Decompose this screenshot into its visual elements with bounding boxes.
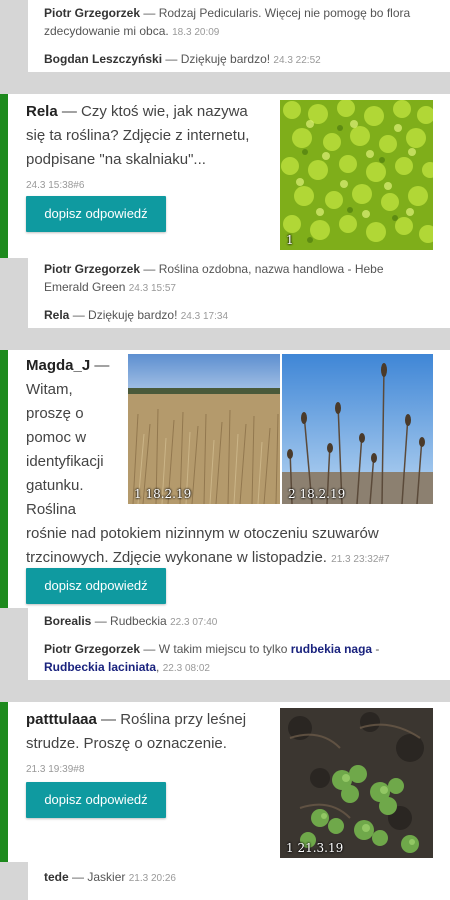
post: patttulaaa — Roślina przy leśnej strudze… bbox=[0, 702, 450, 862]
post-body-wide: rośnie nad potokiem nizinnym w otoczeniu… bbox=[26, 522, 446, 570]
reply-text-cont: zdecydowanie mi obca. bbox=[44, 24, 169, 38]
post-photo[interactable]: 1 18.2.19 bbox=[128, 354, 280, 504]
post-text-line: trzcinowych. Zdjęcie wykonane w listopad… bbox=[26, 549, 327, 566]
post-text-line: się ta roślina? Zdjęcie z internetu, bbox=[26, 127, 250, 144]
reply-button[interactable]: dopisz odpowiedź bbox=[26, 568, 166, 604]
photo-caption: 1 18.2.19 bbox=[134, 487, 192, 501]
reply: Bogdan Leszczyński — Dziękuję bardzo! 24… bbox=[0, 42, 450, 70]
post-body: patttulaaa — Roślina przy leśnej strudze… bbox=[26, 708, 276, 756]
reply-text: — Dziękuję bardzo! bbox=[69, 308, 178, 322]
reply-time: 22.3 08:02 bbox=[162, 663, 210, 674]
reply: Borealis — Rudbeckia 22.3 07:40 bbox=[0, 608, 450, 632]
reply-time: 24.3 22:52 bbox=[273, 55, 321, 66]
post-photo[interactable]: 1 21.3.19 bbox=[280, 708, 433, 858]
separator bbox=[0, 328, 450, 350]
post: Magda_J — Witam, proszę o pomoc w identy… bbox=[0, 350, 450, 608]
photo-caption: 1 bbox=[286, 233, 294, 247]
reply: tede — Jaskier 21.3 20:26 bbox=[0, 862, 450, 888]
reply-time: 21.3 20:26 bbox=[128, 873, 176, 884]
post-text-line: proszę o bbox=[26, 405, 84, 422]
post-text-line: podpisane "na skalniaku"... bbox=[26, 151, 206, 168]
plant-photo-ground bbox=[280, 708, 433, 858]
reply: Piotr Grzegorzek — Roślina ozdobna, nazw… bbox=[0, 258, 450, 298]
reply-button[interactable]: dopisz odpowiedź bbox=[26, 196, 166, 232]
post-photo[interactable]: 2 18.2.19 bbox=[282, 354, 433, 504]
reply-author[interactable]: Borealis bbox=[44, 614, 91, 628]
reply: Piotr Grzegorzek — W takim miejscu to ty… bbox=[44, 642, 380, 674]
reply-author[interactable]: Rela bbox=[44, 308, 69, 322]
post-body: Magda_J — Witam, proszę o pomoc w identy… bbox=[26, 354, 126, 522]
post-text-line: — Roślina przy leśnej bbox=[96, 711, 247, 728]
reply-time: 24.3 17:34 bbox=[180, 311, 229, 322]
post-author[interactable]: patttulaaa bbox=[26, 711, 97, 728]
reply-text: — Roślina ozdobna, nazwa handlowa - Hebe bbox=[140, 262, 384, 276]
photo-caption: 2 18.2.19 bbox=[288, 487, 346, 501]
reply: Rela — Dziękuję bardzo! 24.3 17:34 bbox=[0, 298, 450, 326]
species-link[interactable]: rudbekia naga bbox=[291, 642, 372, 656]
reply-text: — W takim miejscu to tylko bbox=[140, 642, 291, 656]
post-text-line: — Czy ktoś wie, jak nazywa bbox=[57, 103, 248, 120]
post-text-line: gatunku. bbox=[26, 477, 84, 494]
reply-author[interactable]: Piotr Grzegorzek bbox=[44, 262, 140, 276]
separator bbox=[0, 72, 450, 94]
plant-photo-stems bbox=[282, 354, 433, 504]
reply-time: 18.3 20:09 bbox=[172, 27, 220, 38]
post-meta: 24.3 15:38#6 bbox=[26, 180, 85, 191]
reply-text: — Rodzaj Pedicularis. Więcej nie pomogę … bbox=[140, 6, 411, 20]
post-meta: 21.3 23:32#7 bbox=[331, 554, 390, 565]
reply-block: Borealis — Rudbeckia 22.3 07:40 Piotr Gr… bbox=[0, 608, 450, 680]
reply-block: Piotr Grzegorzek — Roślina ozdobna, nazw… bbox=[0, 258, 450, 328]
plant-photo-moss bbox=[280, 100, 433, 250]
post-text-line: identyfikacji bbox=[26, 453, 104, 470]
species-link[interactable]: Rudbeckia laciniata bbox=[44, 660, 156, 674]
reply-author[interactable]: Bogdan Leszczyński bbox=[44, 52, 162, 66]
post-text-line: rośnie nad potokiem nizinnym w otoczeniu… bbox=[26, 525, 379, 542]
photo-caption: 1 21.3.19 bbox=[286, 841, 344, 855]
post-text-line: — bbox=[90, 357, 110, 374]
reply-text-cont: Emerald Green bbox=[44, 280, 126, 294]
reply-author[interactable]: Piotr Grzegorzek bbox=[44, 6, 140, 20]
plant-photo-meadow bbox=[128, 354, 280, 504]
reply-author[interactable]: Piotr Grzegorzek bbox=[44, 642, 140, 656]
post-text-line: Witam, bbox=[26, 381, 73, 398]
post-text-line: Roślina bbox=[26, 501, 77, 518]
post-author[interactable]: Magda_J bbox=[26, 357, 90, 374]
post-text-line: strudze. Proszę o oznaczenie. bbox=[26, 735, 227, 752]
reply-time: 22.3 07:40 bbox=[170, 617, 218, 628]
reply-time: 24.3 15:57 bbox=[128, 283, 176, 294]
reply: Piotr Grzegorzek — Rodzaj Pedicularis. W… bbox=[0, 0, 450, 42]
separator bbox=[0, 680, 450, 702]
post: Rela — Czy ktoś wie, jak nazywa się ta r… bbox=[0, 94, 450, 258]
post-author[interactable]: Rela bbox=[26, 103, 58, 120]
reply-block-top: Piotr Grzegorzek — Rodzaj Pedicularis. W… bbox=[0, 0, 450, 72]
reply-text-sep: - bbox=[372, 642, 380, 656]
reply-text: — Jaskier bbox=[68, 870, 126, 884]
reply-text: — Rudbeckia bbox=[91, 614, 167, 628]
reply-block: tede — Jaskier 21.3 20:26 bbox=[0, 862, 450, 900]
post-meta: 21.3 19:39#8 bbox=[26, 764, 85, 775]
post-body: Rela — Czy ktoś wie, jak nazywa się ta r… bbox=[26, 100, 276, 172]
reply-text: — Dziękuję bardzo! bbox=[162, 52, 271, 66]
post-text-line: pomoc w bbox=[26, 429, 87, 446]
reply-author[interactable]: tede bbox=[44, 870, 69, 884]
post-photo[interactable]: 1 bbox=[280, 100, 433, 250]
reply-button[interactable]: dopisz odpowiedź bbox=[26, 782, 166, 818]
